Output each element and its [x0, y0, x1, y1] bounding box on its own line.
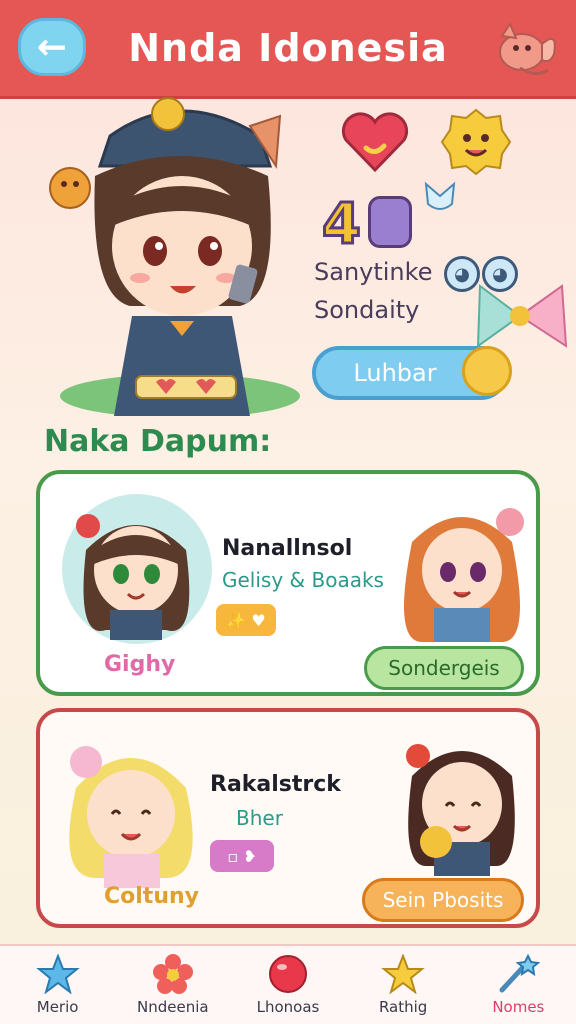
- flower-icon: [152, 954, 193, 994]
- bottom-navigation: Merio Nndeenia Lhonoas Rathig Nomes: [0, 944, 576, 1024]
- page-title: Nnda Idonesia: [128, 26, 448, 70]
- nav-label: Nndeenia: [136, 998, 209, 1016]
- nav-item-nomes[interactable]: Nomes: [463, 954, 573, 1016]
- ball-icon: [268, 955, 307, 993]
- star-gold-icon: [381, 954, 425, 994]
- tulip-icon: [424, 181, 456, 210]
- character-girl-portrait: [49, 97, 300, 416]
- smile-emoji-icon: [462, 346, 512, 396]
- nav-label: Merio: [36, 998, 79, 1016]
- card-2-name: Rakalstrck: [210, 772, 341, 797]
- card-2-subtitle: Bher: [236, 806, 283, 830]
- character-card-2[interactable]: Rakalstrck Bher ▫ ❥ Coltuny Sein Pbosits: [36, 708, 540, 928]
- section-title: Naka Dapum:: [44, 424, 272, 459]
- nav-item-merio[interactable]: Merio: [3, 954, 113, 1016]
- nav-label: Rathig: [378, 998, 428, 1016]
- nav-item-lhonoas[interactable]: Lhonoas: [233, 954, 343, 1016]
- avatar-girl-1: [76, 514, 190, 640]
- card-2-tag: ▫ ❥: [210, 840, 274, 872]
- score-value: 4: [321, 191, 363, 259]
- card-1-action-button[interactable]: Sondergeis: [364, 646, 524, 690]
- avatar-girl-2: [404, 508, 524, 642]
- app-header: ← Nnda Idonesia: [0, 0, 576, 96]
- card-1-label: Gighy: [104, 652, 176, 677]
- wand-icon: [499, 954, 541, 993]
- nav-item-rathig[interactable]: Rathig: [348, 954, 458, 1016]
- card-1-tag: ✨ ♥: [216, 604, 276, 636]
- nav-label: Nomes: [492, 998, 545, 1016]
- nav-label: Lhonoas: [256, 998, 320, 1016]
- dragon-mascot-icon: [499, 21, 556, 75]
- card-1-name: Nanallnsol: [222, 536, 353, 561]
- star-icon: [35, 954, 80, 994]
- character-card-1[interactable]: Nanallnsol Gelisy & Boaaks ✨ ♥ Gighy Son…: [36, 470, 540, 696]
- card-1-subtitle: Gelisy & Boaaks: [222, 568, 384, 592]
- nav-item-nndeenia[interactable]: Nndeenia: [118, 954, 228, 1016]
- avatar-girl-3: [69, 746, 193, 888]
- score-face-icon: [368, 196, 412, 248]
- arrow-left-icon: ←: [36, 26, 68, 68]
- card-2-label: Coltuny: [104, 884, 199, 909]
- card-2-action-button[interactable]: Sein Pbosits: [362, 878, 524, 922]
- heart-icon: [341, 112, 409, 173]
- hero-section: 4 Sanytinke ◕ ◕ Sondaity Luhbar: [0, 96, 576, 420]
- avatar-girl-4: [406, 744, 515, 876]
- smile-face-icon: [440, 108, 512, 176]
- status-text-1: Sanytinke: [314, 258, 433, 286]
- status-text-2: Sondaity: [314, 296, 420, 324]
- back-button[interactable]: ←: [18, 18, 86, 76]
